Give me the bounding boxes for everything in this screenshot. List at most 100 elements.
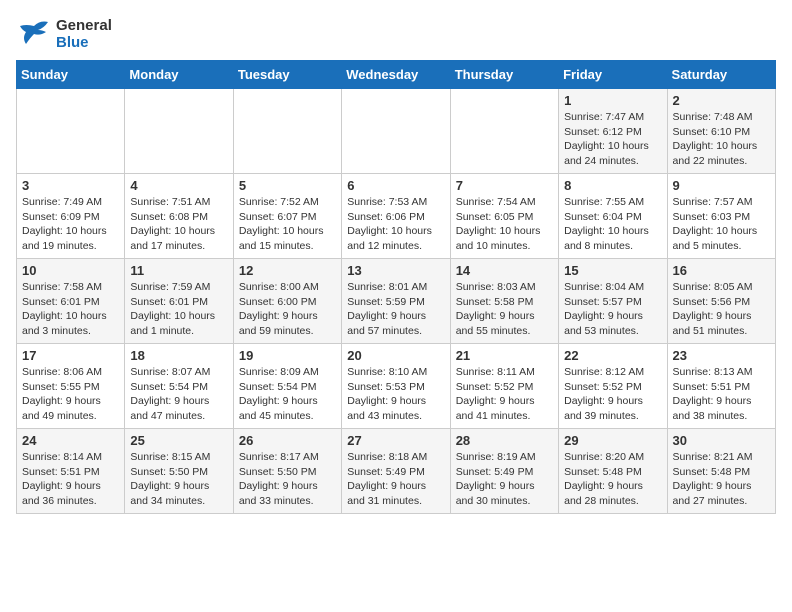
day-info: Sunrise: 8:05 AM Sunset: 5:56 PM Dayligh… bbox=[673, 280, 770, 339]
day-info: Sunrise: 8:09 AM Sunset: 5:54 PM Dayligh… bbox=[239, 365, 336, 424]
calendar-cell: 7Sunrise: 7:54 AM Sunset: 6:05 PM Daylig… bbox=[450, 174, 558, 259]
day-info: Sunrise: 8:12 AM Sunset: 5:52 PM Dayligh… bbox=[564, 365, 661, 424]
day-header-friday: Friday bbox=[559, 61, 667, 89]
calendar-cell: 10Sunrise: 7:58 AM Sunset: 6:01 PM Dayli… bbox=[17, 259, 125, 344]
day-number: 29 bbox=[564, 433, 661, 448]
day-header-tuesday: Tuesday bbox=[233, 61, 341, 89]
day-info: Sunrise: 8:19 AM Sunset: 5:49 PM Dayligh… bbox=[456, 450, 553, 509]
day-number: 7 bbox=[456, 178, 553, 193]
day-info: Sunrise: 7:59 AM Sunset: 6:01 PM Dayligh… bbox=[130, 280, 227, 339]
day-info: Sunrise: 7:51 AM Sunset: 6:08 PM Dayligh… bbox=[130, 195, 227, 254]
calendar-cell: 3 Sunrise: 7:49 AM Sunset: 6:09 PM Daylig… bbox=[17, 174, 125, 259]
calendar-cell bbox=[17, 89, 125, 174]
page-header: General Blue bbox=[16, 16, 776, 52]
day-info: Sunrise: 7:47 AM Sunset: 6:12 PM Dayligh… bbox=[564, 110, 661, 169]
logo-text-general: General bbox=[56, 17, 112, 34]
day-info: Sunrise: 8:01 AM Sunset: 5:59 PM Dayligh… bbox=[347, 280, 444, 339]
day-info: Sunrise: 7:48 AM Sunset: 6:10 PM Dayligh… bbox=[673, 110, 770, 169]
calendar-cell: 4 Sunrise: 7:51 AM Sunset: 6:08 PM Daylig… bbox=[125, 174, 233, 259]
day-info: Sunrise: 7:49 AM Sunset: 6:09 PM Dayligh… bbox=[22, 195, 119, 254]
day-info: Sunrise: 8:18 AM Sunset: 5:49 PM Dayligh… bbox=[347, 450, 444, 509]
day-number: 9 bbox=[673, 178, 770, 193]
calendar-cell: 13 Sunrise: 8:01 AM Sunset: 5:59 PM Dayli… bbox=[342, 259, 450, 344]
calendar-week-row: 10Sunrise: 7:58 AM Sunset: 6:01 PM Dayli… bbox=[17, 259, 776, 344]
calendar-table: SundayMondayTuesdayWednesdayThursdayFrid… bbox=[16, 60, 776, 514]
day-number: 28 bbox=[456, 433, 553, 448]
day-number: 8 bbox=[564, 178, 661, 193]
day-header-wednesday: Wednesday bbox=[342, 61, 450, 89]
calendar-cell: 29 Sunrise: 8:20 AM Sunset: 5:48 PM Dayli… bbox=[559, 429, 667, 514]
day-number: 4 bbox=[130, 178, 227, 193]
calendar-cell bbox=[450, 89, 558, 174]
calendar-cell bbox=[342, 89, 450, 174]
calendar-cell: 21Sunrise: 8:11 AM Sunset: 5:52 PM Dayli… bbox=[450, 344, 558, 429]
day-info: Sunrise: 8:10 AM Sunset: 5:53 PM Dayligh… bbox=[347, 365, 444, 424]
day-info: Sunrise: 8:13 AM Sunset: 5:51 PM Dayligh… bbox=[673, 365, 770, 424]
day-number: 13 bbox=[347, 263, 444, 278]
logo-text-blue: Blue bbox=[56, 34, 112, 51]
day-info: Sunrise: 8:00 AM Sunset: 6:00 PM Dayligh… bbox=[239, 280, 336, 339]
day-number: 30 bbox=[673, 433, 770, 448]
day-number: 1 bbox=[564, 93, 661, 108]
calendar-week-row: 17Sunrise: 8:06 AM Sunset: 5:55 PM Dayli… bbox=[17, 344, 776, 429]
calendar-cell: 27 Sunrise: 8:18 AM Sunset: 5:49 PM Dayli… bbox=[342, 429, 450, 514]
day-info: Sunrise: 8:04 AM Sunset: 5:57 PM Dayligh… bbox=[564, 280, 661, 339]
calendar-cell: 14 Sunrise: 8:03 AM Sunset: 5:58 PM Dayli… bbox=[450, 259, 558, 344]
day-number: 21 bbox=[456, 348, 553, 363]
calendar-cell: 16 Sunrise: 8:05 AM Sunset: 5:56 PM Dayli… bbox=[667, 259, 775, 344]
day-number: 18 bbox=[130, 348, 227, 363]
logo-container: General Blue bbox=[16, 16, 112, 52]
day-number: 3 bbox=[22, 178, 119, 193]
calendar-cell: 2 Sunrise: 7:48 AM Sunset: 6:10 PM Daylig… bbox=[667, 89, 775, 174]
day-info: Sunrise: 8:03 AM Sunset: 5:58 PM Dayligh… bbox=[456, 280, 553, 339]
day-header-monday: Monday bbox=[125, 61, 233, 89]
day-number: 12 bbox=[239, 263, 336, 278]
day-info: Sunrise: 8:14 AM Sunset: 5:51 PM Dayligh… bbox=[22, 450, 119, 509]
day-number: 20 bbox=[347, 348, 444, 363]
day-info: Sunrise: 8:17 AM Sunset: 5:50 PM Dayligh… bbox=[239, 450, 336, 509]
calendar-cell: 6Sunrise: 7:53 AM Sunset: 6:06 PM Daylig… bbox=[342, 174, 450, 259]
day-number: 10 bbox=[22, 263, 119, 278]
calendar-week-row: 24 Sunrise: 8:14 AM Sunset: 5:51 PM Dayli… bbox=[17, 429, 776, 514]
day-number: 6 bbox=[347, 178, 444, 193]
calendar-cell: 30 Sunrise: 8:21 AM Sunset: 5:48 PM Dayli… bbox=[667, 429, 775, 514]
day-header-thursday: Thursday bbox=[450, 61, 558, 89]
calendar-week-row: 1 Sunrise: 7:47 AM Sunset: 6:12 PM Daylig… bbox=[17, 89, 776, 174]
calendar-header-row: SundayMondayTuesdayWednesdayThursdayFrid… bbox=[17, 61, 776, 89]
calendar-cell: 5 Sunrise: 7:52 AM Sunset: 6:07 PM Daylig… bbox=[233, 174, 341, 259]
day-info: Sunrise: 7:57 AM Sunset: 6:03 PM Dayligh… bbox=[673, 195, 770, 254]
calendar-cell: 28 Sunrise: 8:19 AM Sunset: 5:49 PM Dayli… bbox=[450, 429, 558, 514]
day-number: 15 bbox=[564, 263, 661, 278]
calendar-cell: 19Sunrise: 8:09 AM Sunset: 5:54 PM Dayli… bbox=[233, 344, 341, 429]
calendar-cell: 24 Sunrise: 8:14 AM Sunset: 5:51 PM Dayli… bbox=[17, 429, 125, 514]
calendar-cell: 17Sunrise: 8:06 AM Sunset: 5:55 PM Dayli… bbox=[17, 344, 125, 429]
day-number: 11 bbox=[130, 263, 227, 278]
day-number: 27 bbox=[347, 433, 444, 448]
calendar-cell: 23Sunrise: 8:13 AM Sunset: 5:51 PM Dayli… bbox=[667, 344, 775, 429]
calendar-cell bbox=[125, 89, 233, 174]
day-number: 17 bbox=[22, 348, 119, 363]
day-info: Sunrise: 8:07 AM Sunset: 5:54 PM Dayligh… bbox=[130, 365, 227, 424]
day-number: 22 bbox=[564, 348, 661, 363]
calendar-cell: 22 Sunrise: 8:12 AM Sunset: 5:52 PM Dayli… bbox=[559, 344, 667, 429]
calendar-cell bbox=[233, 89, 341, 174]
day-header-sunday: Sunday bbox=[17, 61, 125, 89]
day-number: 2 bbox=[673, 93, 770, 108]
day-number: 14 bbox=[456, 263, 553, 278]
calendar-cell: 11 Sunrise: 7:59 AM Sunset: 6:01 PM Dayli… bbox=[125, 259, 233, 344]
day-info: Sunrise: 8:20 AM Sunset: 5:48 PM Dayligh… bbox=[564, 450, 661, 509]
day-number: 25 bbox=[130, 433, 227, 448]
calendar-cell: 20 Sunrise: 8:10 AM Sunset: 5:53 PM Dayli… bbox=[342, 344, 450, 429]
calendar-cell: 26Sunrise: 8:17 AM Sunset: 5:50 PM Dayli… bbox=[233, 429, 341, 514]
calendar-cell: 9 Sunrise: 7:57 AM Sunset: 6:03 PM Daylig… bbox=[667, 174, 775, 259]
calendar-cell: 1 Sunrise: 7:47 AM Sunset: 6:12 PM Daylig… bbox=[559, 89, 667, 174]
day-number: 16 bbox=[673, 263, 770, 278]
day-info: Sunrise: 7:52 AM Sunset: 6:07 PM Dayligh… bbox=[239, 195, 336, 254]
day-number: 24 bbox=[22, 433, 119, 448]
day-info: Sunrise: 8:21 AM Sunset: 5:48 PM Dayligh… bbox=[673, 450, 770, 509]
day-number: 5 bbox=[239, 178, 336, 193]
day-info: Sunrise: 8:15 AM Sunset: 5:50 PM Dayligh… bbox=[130, 450, 227, 509]
day-info: Sunrise: 7:55 AM Sunset: 6:04 PM Dayligh… bbox=[564, 195, 661, 254]
day-header-saturday: Saturday bbox=[667, 61, 775, 89]
calendar-cell: 15 Sunrise: 8:04 AM Sunset: 5:57 PM Dayli… bbox=[559, 259, 667, 344]
